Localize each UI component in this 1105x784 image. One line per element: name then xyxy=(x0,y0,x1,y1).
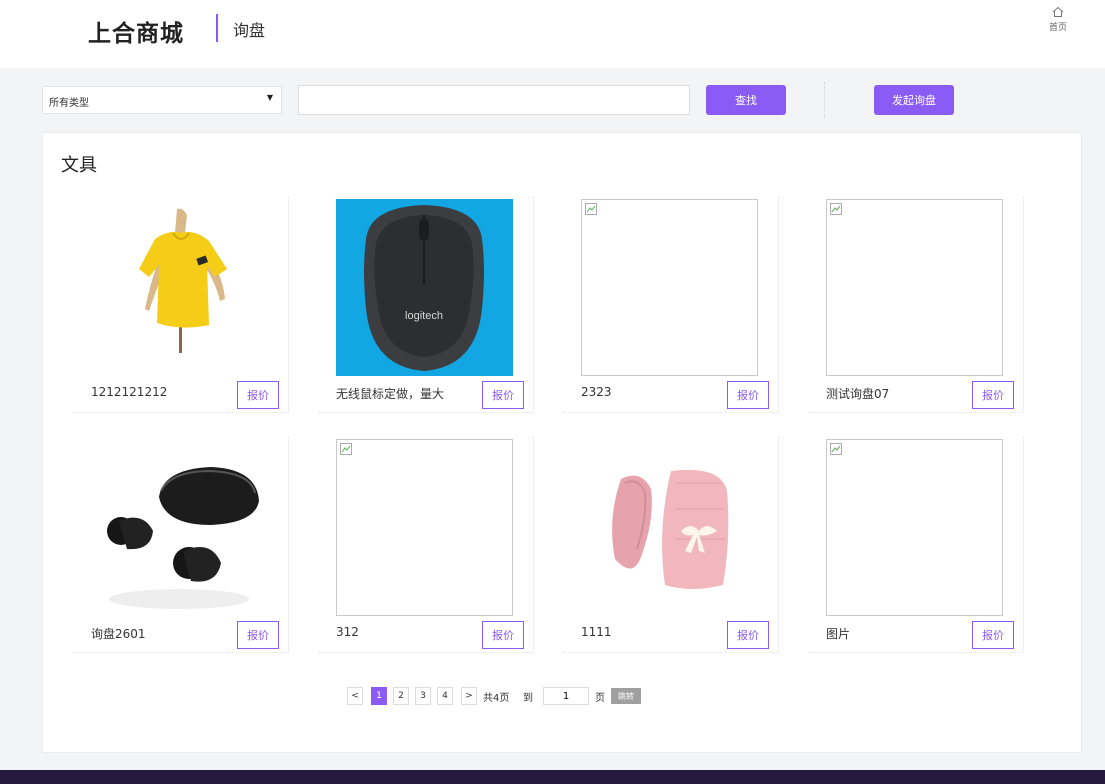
product-card[interactable]: logitech 无线鼠标定做，量大 报价 xyxy=(318,197,534,413)
category-select-value: 所有类型 xyxy=(49,98,89,109)
search-input[interactable] xyxy=(298,85,690,115)
quote-button[interactable]: 报价 xyxy=(482,621,524,649)
broken-image[interactable] xyxy=(826,439,1003,616)
product-card[interactable]: 312 报价 xyxy=(318,437,534,653)
svg-text:logitech: logitech xyxy=(405,310,443,322)
home-icon xyxy=(1052,6,1064,17)
broken-image[interactable] xyxy=(336,439,513,616)
brand-logo-text[interactable]: 上合商城 xyxy=(88,14,184,48)
product-name[interactable]: 2323 xyxy=(581,385,612,399)
total-pages-text: 共4页 xyxy=(483,693,510,704)
quote-button[interactable]: 报价 xyxy=(482,381,524,409)
home-link[interactable]: 首页 xyxy=(1040,6,1076,46)
quote-button[interactable]: 报价 xyxy=(237,381,279,409)
quote-button[interactable]: 报价 xyxy=(237,621,279,649)
broken-image[interactable] xyxy=(581,199,758,376)
page-button-4[interactable]: 4 xyxy=(437,687,453,705)
broken-image-icon xyxy=(340,443,352,455)
page-button-3[interactable]: 3 xyxy=(415,687,431,705)
home-label: 首页 xyxy=(1048,23,1067,33)
page-button-1[interactable]: 1 xyxy=(371,687,387,705)
page-title: 询盘 xyxy=(233,21,266,40)
brand-divider xyxy=(216,14,218,42)
quote-button[interactable]: 报价 xyxy=(972,621,1014,649)
page-unit-label: 页 xyxy=(595,693,605,704)
product-image-yellow-tshirt[interactable] xyxy=(91,199,268,376)
start-inquiry-button[interactable]: 发起询盘 xyxy=(874,85,954,115)
product-name[interactable]: 312 xyxy=(336,625,359,639)
product-image-wireless-earbuds[interactable] xyxy=(91,439,268,616)
footer-bar xyxy=(0,770,1105,784)
category-title: 文具 xyxy=(61,155,97,176)
category-select[interactable]: 所有类型 ▼ xyxy=(42,86,282,114)
next-page-button[interactable]: > xyxy=(461,687,477,705)
product-name[interactable]: 图片 xyxy=(826,625,850,642)
search-button[interactable]: 查找 xyxy=(706,85,786,115)
quote-button[interactable]: 报价 xyxy=(972,381,1014,409)
product-card[interactable]: 测试询盘07 报价 xyxy=(808,197,1024,413)
broken-image-icon xyxy=(830,203,842,215)
broken-image-icon xyxy=(585,203,597,215)
product-card[interactable]: 1111 报价 xyxy=(563,437,779,653)
product-panel: 文具 1212121212 报价 logitech 无线鼠标定做，量大 报价 2… xyxy=(42,132,1082,753)
quote-button[interactable]: 报价 xyxy=(727,621,769,649)
product-grid: 1212121212 报价 logitech 无线鼠标定做，量大 报价 2323… xyxy=(73,197,1033,657)
broken-image[interactable] xyxy=(826,199,1003,376)
product-card[interactable]: 1212121212 报价 xyxy=(73,197,289,413)
product-name[interactable]: 无线鼠标定做，量大 xyxy=(336,385,444,402)
caret-down-icon: ▼ xyxy=(266,93,273,102)
product-image-logitech-mouse[interactable]: logitech xyxy=(336,199,513,376)
product-name[interactable]: 1111 xyxy=(581,625,612,639)
product-name[interactable]: 测试询盘07 xyxy=(826,385,889,402)
jump-to-label: 到 xyxy=(523,693,533,704)
product-card[interactable]: 图片 报价 xyxy=(808,437,1024,653)
top-header: 上合商城 询盘 首页 xyxy=(0,0,1105,68)
jump-page-input[interactable] xyxy=(543,687,589,705)
page-button-2[interactable]: 2 xyxy=(393,687,409,705)
product-image-pink-bunny-plush[interactable] xyxy=(581,439,758,616)
product-card[interactable]: 询盘2601 报价 xyxy=(73,437,289,653)
product-name[interactable]: 1212121212 xyxy=(91,385,167,399)
product-name[interactable]: 询盘2601 xyxy=(91,625,146,642)
jump-button[interactable]: 跳转 xyxy=(611,688,641,704)
product-card[interactable]: 2323 报价 xyxy=(563,197,779,413)
broken-image-icon xyxy=(830,443,842,455)
quote-button[interactable]: 报价 xyxy=(727,381,769,409)
toolbar-divider xyxy=(824,82,825,118)
prev-page-button[interactable]: < xyxy=(347,687,363,705)
